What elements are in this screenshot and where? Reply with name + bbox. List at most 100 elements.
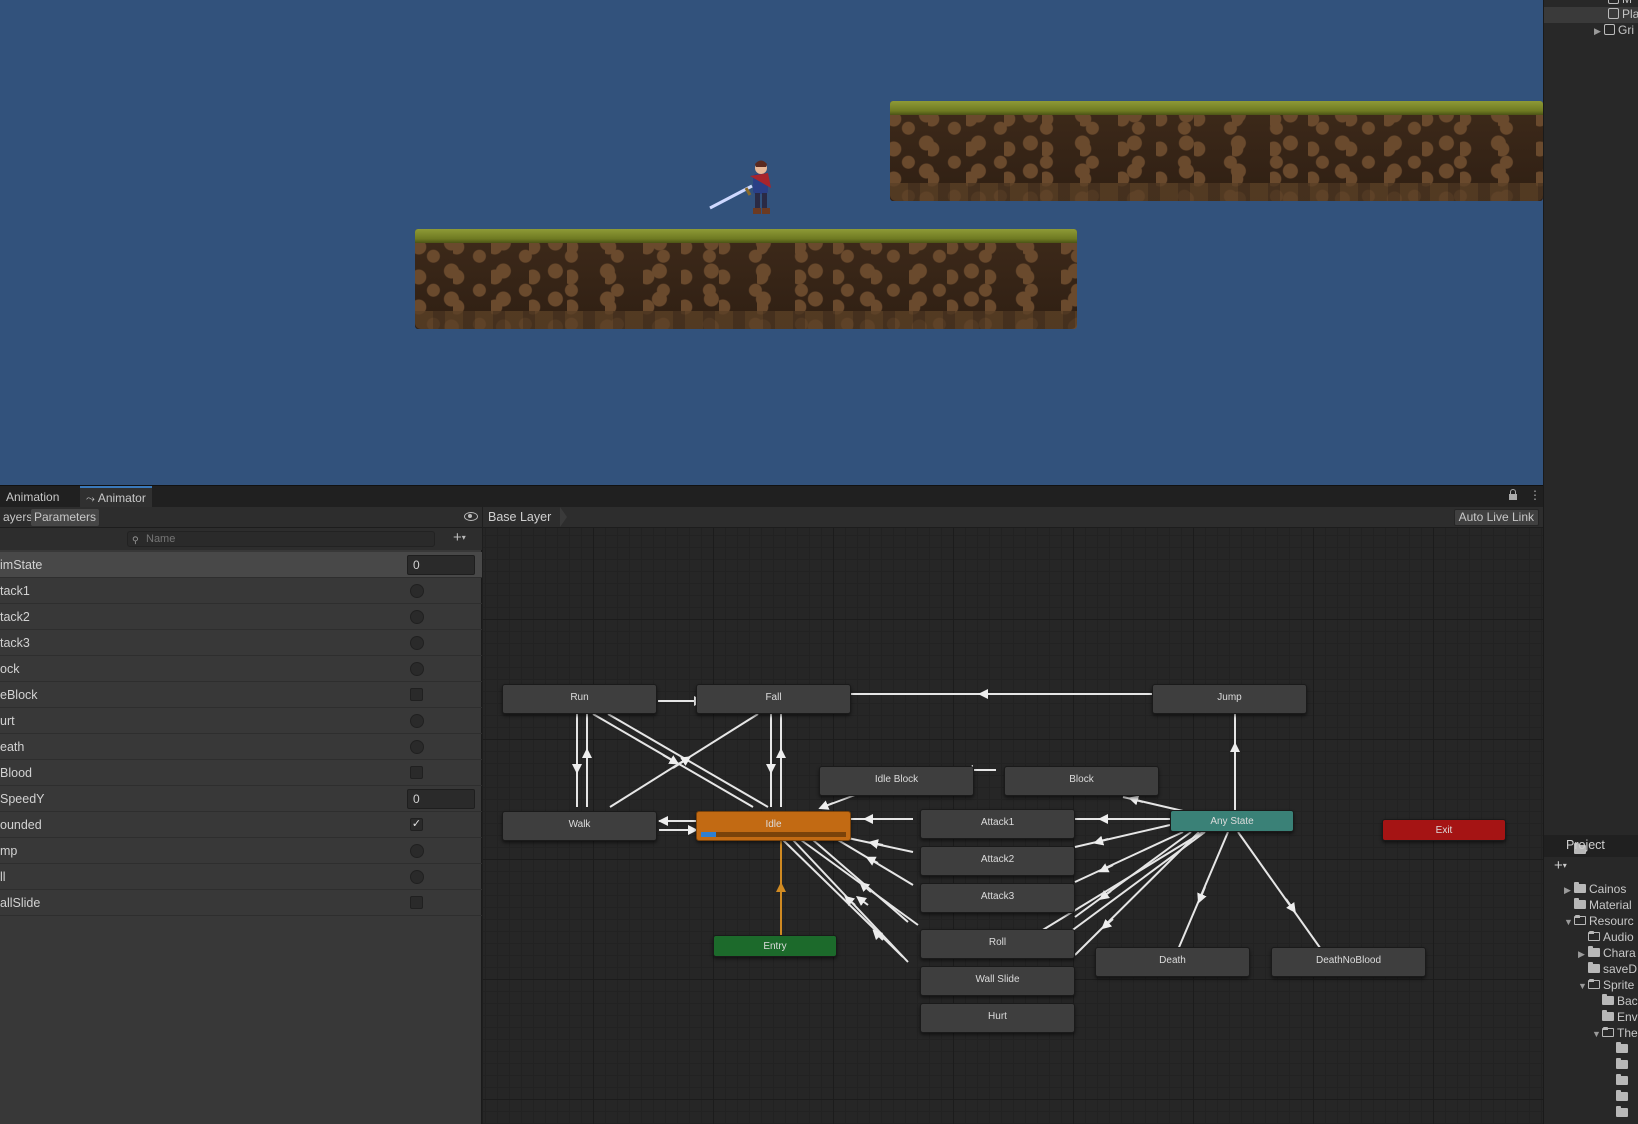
folder-icon xyxy=(1616,1074,1628,1085)
hierarchy-item[interactable]: ▶ Gri xyxy=(1594,23,1638,39)
player-character xyxy=(709,160,771,214)
create-button[interactable]: +▾ xyxy=(1554,857,1567,874)
tab-project[interactable]: Project xyxy=(1566,838,1605,852)
state-exit[interactable]: Exit xyxy=(1382,819,1506,841)
trigger-toggle[interactable] xyxy=(410,870,424,884)
project-folder[interactable]: ▶ Chara xyxy=(1578,946,1638,962)
graph-toolbar: Base Layer Auto Live Link xyxy=(483,507,1543,528)
parameter-name: ll xyxy=(0,870,6,884)
project-folder[interactable]: saveD xyxy=(1588,962,1638,978)
animator-graph[interactable]: Run Fall Jump Idle Block Block Walk Idle… xyxy=(483,507,1543,1124)
state-idle-block[interactable]: Idle Block xyxy=(819,766,974,796)
parameter-row[interactable]: SpeedY 0 xyxy=(0,786,482,812)
trigger-toggle[interactable] xyxy=(410,714,424,728)
parameter-name: mp xyxy=(0,844,18,858)
parameter-row[interactable]: tack3 xyxy=(0,630,482,656)
project-folder[interactable]: Bac xyxy=(1602,994,1638,1010)
parameter-row[interactable]: tack1 xyxy=(0,578,482,604)
platform-lower xyxy=(415,229,1077,329)
bool-checkbox[interactable] xyxy=(410,766,423,779)
game-view[interactable] xyxy=(0,0,1543,485)
tab-animator[interactable]: ⤳ Animator xyxy=(80,486,152,508)
parameter-row[interactable]: mp xyxy=(0,838,482,864)
project-folder[interactable] xyxy=(1616,1074,1638,1090)
parameter-row[interactable]: urt xyxy=(0,708,482,734)
state-hurt[interactable]: Hurt xyxy=(920,1003,1075,1033)
project-folder[interactable]: ▼ The xyxy=(1592,1026,1638,1042)
parameter-row[interactable]: ounded ✓ xyxy=(0,812,482,838)
project-folder[interactable] xyxy=(1616,1106,1638,1122)
folder-icon xyxy=(1616,1042,1628,1053)
folder-open-icon xyxy=(1602,1027,1614,1037)
state-jump[interactable]: Jump xyxy=(1152,684,1307,714)
state-roll[interactable]: Roll xyxy=(920,929,1075,959)
platform-upper xyxy=(890,101,1543,201)
parameter-row[interactable]: ll xyxy=(0,864,482,890)
folder-open-icon xyxy=(1574,915,1586,925)
parameter-name: allSlide xyxy=(0,896,41,910)
state-attack2[interactable]: Attack2 xyxy=(920,846,1075,876)
project-folder[interactable]: ▼ Resourc xyxy=(1564,914,1638,930)
collapse-arrow-icon: ▼ xyxy=(1592,1029,1601,1039)
parameter-name: Blood xyxy=(0,766,32,780)
breadcrumb[interactable]: Base Layer xyxy=(488,510,551,524)
trigger-toggle[interactable] xyxy=(410,740,424,754)
bool-checkbox[interactable]: ✓ xyxy=(410,818,423,831)
project-folder[interactable]: ▶ Cainos xyxy=(1564,882,1638,898)
trigger-toggle[interactable] xyxy=(410,844,424,858)
state-run[interactable]: Run xyxy=(502,684,657,714)
project-panel: Project +▾ ▶ Cainos Material ▼ Resourc Aud… xyxy=(1543,835,1638,1124)
add-parameter-button[interactable]: +▾ xyxy=(453,529,466,546)
project-folder[interactable] xyxy=(1616,1058,1638,1074)
tab-parameters[interactable]: Parameters xyxy=(31,509,100,526)
parameter-row[interactable]: Blood xyxy=(0,760,482,786)
parameter-search-input[interactable] xyxy=(127,531,435,547)
state-attack3[interactable]: Attack3 xyxy=(920,883,1075,913)
folder-icon xyxy=(1602,994,1614,1005)
project-folder[interactable] xyxy=(1616,1090,1638,1106)
parameter-row[interactable]: ock xyxy=(0,656,482,682)
project-folder[interactable]: Material xyxy=(1574,898,1638,914)
parameter-name: imState xyxy=(0,558,43,572)
idle-progress-bar xyxy=(701,832,716,837)
project-folder[interactable]: Audio xyxy=(1588,930,1638,946)
state-death-no-blood[interactable]: DeathNoBlood xyxy=(1271,947,1426,977)
trigger-toggle[interactable] xyxy=(410,662,424,676)
state-walk[interactable]: Walk xyxy=(502,811,657,841)
parameter-float-field[interactable]: 0 xyxy=(407,789,475,809)
state-any-state[interactable]: Any State xyxy=(1170,810,1294,832)
gameobject-icon xyxy=(1604,24,1615,35)
parameter-name: ock xyxy=(0,662,20,676)
project-folder[interactable] xyxy=(1616,1042,1638,1058)
parameter-row[interactable]: eath xyxy=(0,734,482,760)
expand-arrow-icon: ▶ xyxy=(1564,885,1571,895)
trigger-toggle[interactable] xyxy=(410,636,424,650)
state-block[interactable]: Block xyxy=(1004,766,1159,796)
bool-checkbox[interactable] xyxy=(410,896,423,909)
state-idle[interactable]: Idle xyxy=(696,811,851,841)
lock-icon[interactable] xyxy=(1509,489,1517,500)
parameter-row[interactable]: eBlock xyxy=(0,682,482,708)
expand-arrow-icon[interactable]: ▶ xyxy=(1594,26,1604,37)
parameter-int-field[interactable]: 0 xyxy=(407,555,475,575)
trigger-toggle[interactable] xyxy=(410,584,424,598)
hierarchy-item[interactable]: Pla xyxy=(1544,7,1638,23)
tab-animation[interactable]: Animation xyxy=(0,486,65,508)
project-folder[interactable]: ▼ Sprite xyxy=(1578,978,1638,994)
state-death[interactable]: Death xyxy=(1095,947,1250,977)
state-entry[interactable]: Entry xyxy=(713,935,837,957)
eye-icon[interactable] xyxy=(464,512,478,521)
state-wall-slide[interactable]: Wall Slide xyxy=(920,966,1075,996)
auto-live-link-button[interactable]: Auto Live Link xyxy=(1453,509,1539,526)
more-options-icon[interactable]: ⋮ xyxy=(1529,488,1541,502)
parameter-row[interactable]: allSlide xyxy=(0,890,482,916)
state-attack1[interactable]: Attack1 xyxy=(920,809,1075,839)
parameter-row[interactable]: tack2 xyxy=(0,604,482,630)
hierarchy-panel[interactable]: M Pla ▶Gri xyxy=(1543,0,1638,835)
project-folder[interactable]: Env xyxy=(1602,1010,1638,1026)
parameter-row[interactable]: imState 0 xyxy=(0,552,482,578)
state-fall[interactable]: Fall xyxy=(696,684,851,714)
bool-checkbox[interactable] xyxy=(410,688,423,701)
breadcrumb-separator-icon xyxy=(560,507,567,527)
trigger-toggle[interactable] xyxy=(410,610,424,624)
